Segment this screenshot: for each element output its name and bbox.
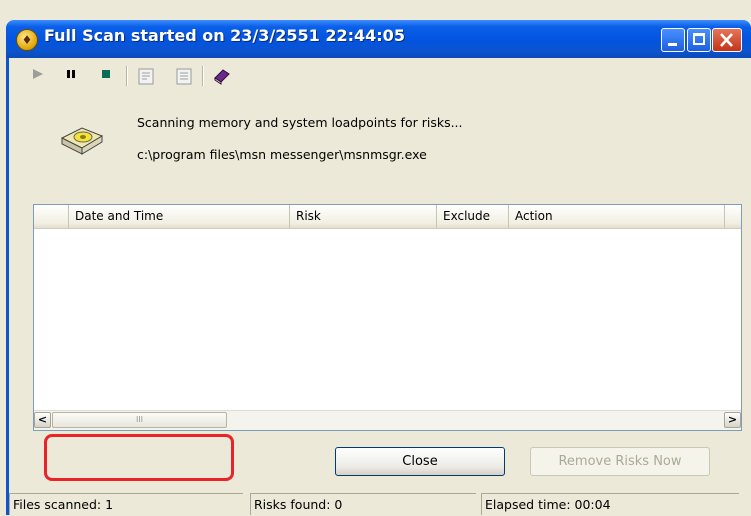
title-bar[interactable]: ♦ Full Scan started on 23/3/2551 22:44:0… <box>6 20 751 58</box>
status-bar: Files scanned: 1 Risks found: 0 Elapsed … <box>9 493 751 515</box>
details-icon[interactable] <box>174 66 194 86</box>
pause-icon[interactable] <box>64 66 80 82</box>
toolbar-separator <box>126 66 128 86</box>
properties-icon[interactable] <box>136 66 156 86</box>
risks-found-pane: Risks found: 0 <box>250 493 476 515</box>
list-header: Date and Time Risk Exclude Action <box>34 205 741 229</box>
highlight-box <box>44 434 234 481</box>
toolbar-separator <box>202 66 204 86</box>
remove-risks-now-button[interactable]: Remove Risks Now <box>530 447 710 476</box>
column-header-risk[interactable]: Risk <box>290 205 437 228</box>
disk-scan-icon <box>60 127 104 155</box>
maximize-icon <box>693 33 705 45</box>
column-header-action[interactable]: Action <box>509 205 725 228</box>
column-header-exclude[interactable]: Exclude <box>437 205 509 228</box>
column-header-more[interactable] <box>725 205 741 228</box>
scroll-right-button[interactable]: > <box>724 412 741 428</box>
column-header-date-time[interactable]: Date and Time <box>69 205 290 228</box>
scan-shield-icon: ♦ <box>16 29 38 51</box>
scroll-left-button[interactable]: < <box>34 412 51 428</box>
scan-status-text: Scanning memory and system loadpoints fo… <box>137 115 463 130</box>
files-scanned-pane: Files scanned: 1 <box>9 493 243 515</box>
maximize-button[interactable] <box>687 28 711 52</box>
elapsed-time-pane: Elapsed time: 00:04 <box>481 493 739 515</box>
window-title: Full Scan started on 23/3/2551 22:44:05 <box>44 26 405 45</box>
results-list[interactable]: Date and Time Risk Exclude Action < III … <box>33 204 742 431</box>
minimize-button[interactable] <box>661 28 685 52</box>
close-button[interactable]: Close <box>335 447 505 476</box>
column-header-icon[interactable] <box>34 205 69 228</box>
close-icon <box>720 33 733 47</box>
scan-current-file: c:\program files\msn messenger\msnmsgr.e… <box>137 147 427 162</box>
chevron-left-icon: < <box>37 413 48 426</box>
stop-icon[interactable] <box>98 66 114 82</box>
chevron-right-icon: > <box>727 413 738 426</box>
close-window-button[interactable] <box>712 28 742 52</box>
minimize-icon <box>668 43 677 46</box>
horizontal-scrollbar[interactable]: < III > <box>34 410 741 430</box>
help-book-icon[interactable] <box>212 66 232 86</box>
scroll-thumb[interactable]: III <box>52 412 227 428</box>
play-icon[interactable] <box>30 66 46 82</box>
